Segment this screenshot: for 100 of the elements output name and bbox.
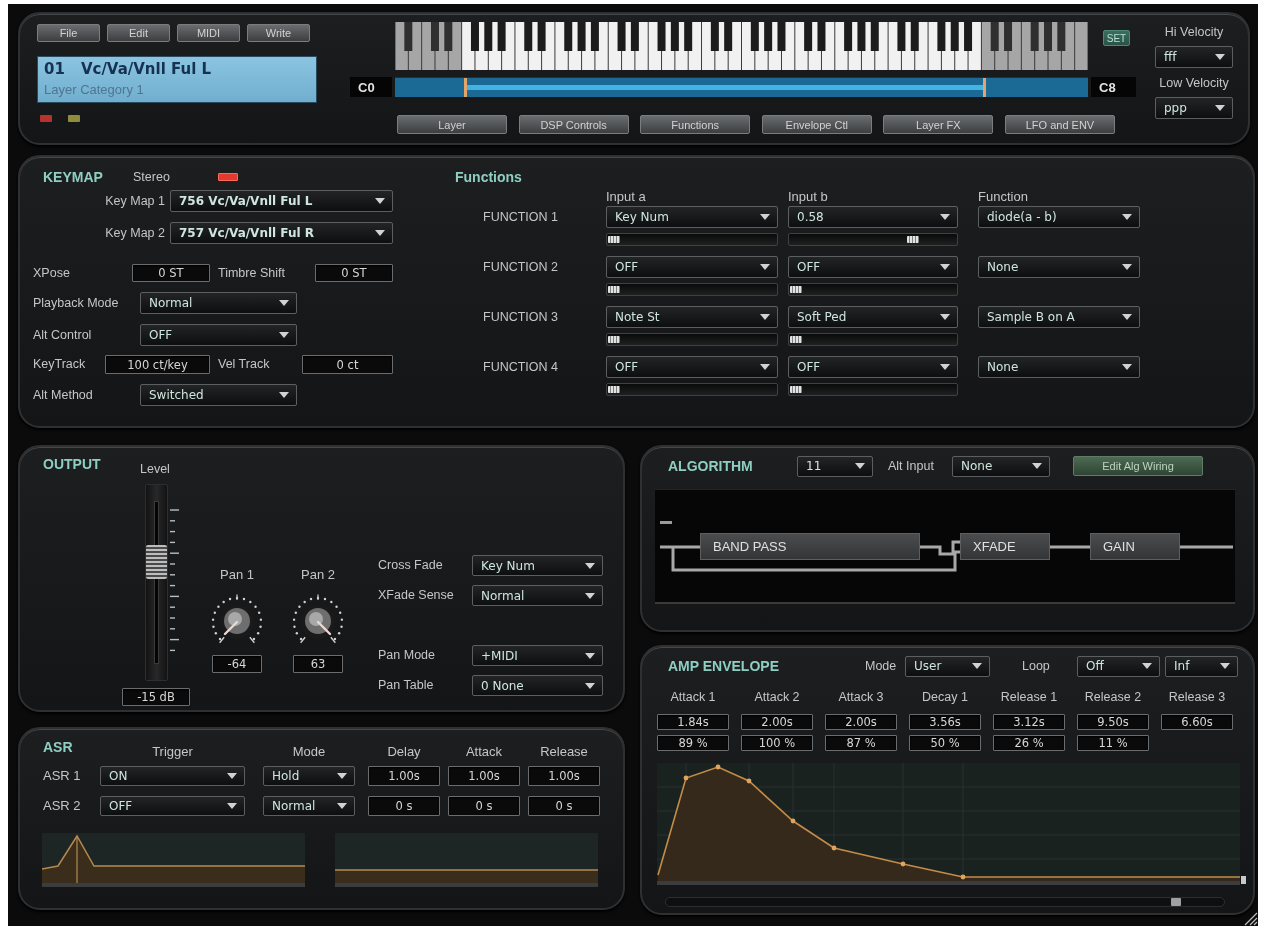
value-field[interactable]: 50 % bbox=[909, 735, 981, 751]
dropdown[interactable]: None bbox=[952, 455, 1050, 477]
slider-thumb[interactable] bbox=[608, 336, 620, 343]
key-range-track[interactable] bbox=[395, 77, 1088, 97]
value-field[interactable]: 9.50s bbox=[1077, 714, 1149, 730]
value-field[interactable]: 0 s bbox=[448, 796, 520, 816]
dropdown[interactable]: ppp bbox=[1155, 97, 1233, 119]
value-field[interactable]: 2.00s bbox=[825, 714, 897, 730]
dropdown[interactable]: diode(a - b) bbox=[978, 206, 1140, 228]
dropdown[interactable]: Normal bbox=[472, 585, 603, 606]
dropdown[interactable]: 756 Vc/Va/Vnll Ful L bbox=[170, 190, 393, 212]
slider-track[interactable] bbox=[788, 283, 958, 296]
value-field[interactable]: 1.00s bbox=[448, 766, 520, 786]
slider-track[interactable] bbox=[606, 333, 778, 346]
slider-track[interactable] bbox=[788, 233, 958, 246]
menu-button[interactable]: Write bbox=[247, 24, 310, 42]
dropdown[interactable]: 0 None bbox=[472, 675, 603, 696]
page-tab[interactable]: DSP Controls bbox=[518, 115, 629, 134]
dropdown[interactable]: +MIDI bbox=[472, 645, 603, 666]
dropdown[interactable]: Soft Ped bbox=[788, 306, 958, 328]
field-label: Input a bbox=[606, 189, 647, 204]
page-tab[interactable]: LFO and ENV bbox=[1004, 115, 1115, 134]
dropdown[interactable]: OFF bbox=[788, 356, 958, 378]
dropdown[interactable]: fff bbox=[1155, 46, 1233, 68]
dropdown[interactable]: None bbox=[978, 356, 1140, 378]
dropdown[interactable]: None bbox=[978, 256, 1140, 278]
value-field[interactable]: -15 dB bbox=[122, 688, 190, 706]
value-field[interactable]: 11 % bbox=[1077, 735, 1149, 751]
value-field[interactable]: 0 s bbox=[368, 796, 440, 816]
slider-track[interactable] bbox=[606, 233, 778, 246]
value-field[interactable]: 1.84s bbox=[657, 714, 729, 730]
slider-thumb[interactable] bbox=[790, 336, 802, 343]
set-button[interactable]: SET bbox=[1103, 30, 1130, 46]
value-field[interactable]: 26 % bbox=[993, 735, 1065, 751]
edit-wiring-button[interactable]: Edit Alg Wiring bbox=[1073, 456, 1203, 476]
value-field[interactable]: 6.60s bbox=[1161, 714, 1233, 730]
menu-button[interactable]: MIDI bbox=[177, 24, 240, 42]
range-handle[interactable] bbox=[464, 78, 468, 97]
slider-thumb[interactable] bbox=[608, 286, 620, 293]
fader-thumb[interactable] bbox=[146, 544, 167, 579]
field-label: Key Map 1 bbox=[104, 193, 165, 209]
caret-icon bbox=[1122, 314, 1132, 320]
dropdown[interactable]: Sample B on A bbox=[978, 306, 1140, 328]
value-field[interactable]: 0 ST bbox=[315, 264, 393, 282]
scroll-thumb[interactable] bbox=[1171, 898, 1181, 906]
scroll-thumb[interactable] bbox=[1241, 876, 1246, 884]
piano-keyboard[interactable] bbox=[395, 22, 1088, 70]
slider-track[interactable] bbox=[606, 383, 778, 396]
dropdown[interactable]: Hold bbox=[263, 766, 355, 786]
value-field[interactable]: 100 ct/key bbox=[105, 355, 210, 374]
dropdown[interactable]: Switched bbox=[140, 384, 297, 406]
page-tab[interactable]: Layer FX bbox=[883, 115, 994, 134]
dropdown[interactable]: OFF bbox=[140, 324, 297, 346]
fader-track[interactable] bbox=[145, 484, 168, 681]
menu-button[interactable]: File bbox=[37, 24, 100, 42]
value-field[interactable]: 89 % bbox=[657, 735, 729, 751]
slider-track[interactable] bbox=[606, 283, 778, 296]
slider-track[interactable] bbox=[788, 383, 958, 396]
dropdown[interactable]: Normal bbox=[140, 292, 297, 314]
value-field[interactable]: 3.56s bbox=[909, 714, 981, 730]
value-field[interactable]: 2.00s bbox=[741, 714, 813, 730]
slider-thumb[interactable] bbox=[608, 386, 620, 393]
slider-thumb[interactable] bbox=[907, 236, 920, 243]
dropdown[interactable]: 757 Vc/Va/Vnll Ful R bbox=[170, 222, 393, 244]
value-field[interactable]: 3.12s bbox=[993, 714, 1065, 730]
dropdown[interactable]: OFF bbox=[788, 256, 958, 278]
field-label: Level bbox=[140, 462, 170, 477]
slider-track[interactable] bbox=[788, 333, 958, 346]
slider-thumb[interactable] bbox=[608, 236, 620, 243]
dropdown[interactable]: User bbox=[905, 655, 990, 677]
page-tab[interactable]: Envelope Ctl bbox=[761, 115, 872, 134]
scrollbar-track[interactable] bbox=[665, 897, 1225, 907]
dropdown[interactable]: Inf bbox=[1165, 655, 1238, 677]
dropdown[interactable]: 11 bbox=[797, 455, 873, 477]
dropdown[interactable]: Key Num bbox=[606, 206, 778, 228]
range-handle[interactable] bbox=[983, 78, 987, 97]
dropdown[interactable]: Normal bbox=[263, 796, 355, 816]
value-field[interactable]: -64 bbox=[212, 655, 262, 673]
dropdown[interactable]: 0.58 bbox=[788, 206, 958, 228]
page-tab[interactable]: Functions bbox=[640, 115, 751, 134]
value-field[interactable]: 63 bbox=[293, 655, 343, 673]
value-field[interactable]: 0 ST bbox=[132, 264, 210, 282]
dropdown[interactable]: Off bbox=[1077, 655, 1160, 677]
dropdown[interactable]: OFF bbox=[100, 796, 245, 816]
page-tab[interactable]: Layer bbox=[397, 115, 507, 134]
value-field[interactable]: 0 s bbox=[528, 796, 600, 816]
dropdown[interactable]: Note St bbox=[606, 306, 778, 328]
dropdown[interactable]: OFF bbox=[606, 256, 778, 278]
value-field[interactable]: 1.00s bbox=[368, 766, 440, 786]
dropdown[interactable]: OFF bbox=[606, 356, 778, 378]
value-field[interactable]: 0 ct bbox=[302, 355, 393, 374]
slider-thumb[interactable] bbox=[790, 386, 802, 393]
dropdown[interactable]: Key Num bbox=[472, 555, 603, 576]
resize-grip-icon[interactable] bbox=[1242, 910, 1258, 926]
value-field[interactable]: 100 % bbox=[741, 735, 813, 751]
value-field[interactable]: 87 % bbox=[825, 735, 897, 751]
slider-thumb[interactable] bbox=[790, 286, 802, 293]
dropdown[interactable]: ON bbox=[100, 766, 245, 786]
menu-button[interactable]: Edit bbox=[107, 24, 170, 42]
value-field[interactable]: 1.00s bbox=[528, 766, 600, 786]
